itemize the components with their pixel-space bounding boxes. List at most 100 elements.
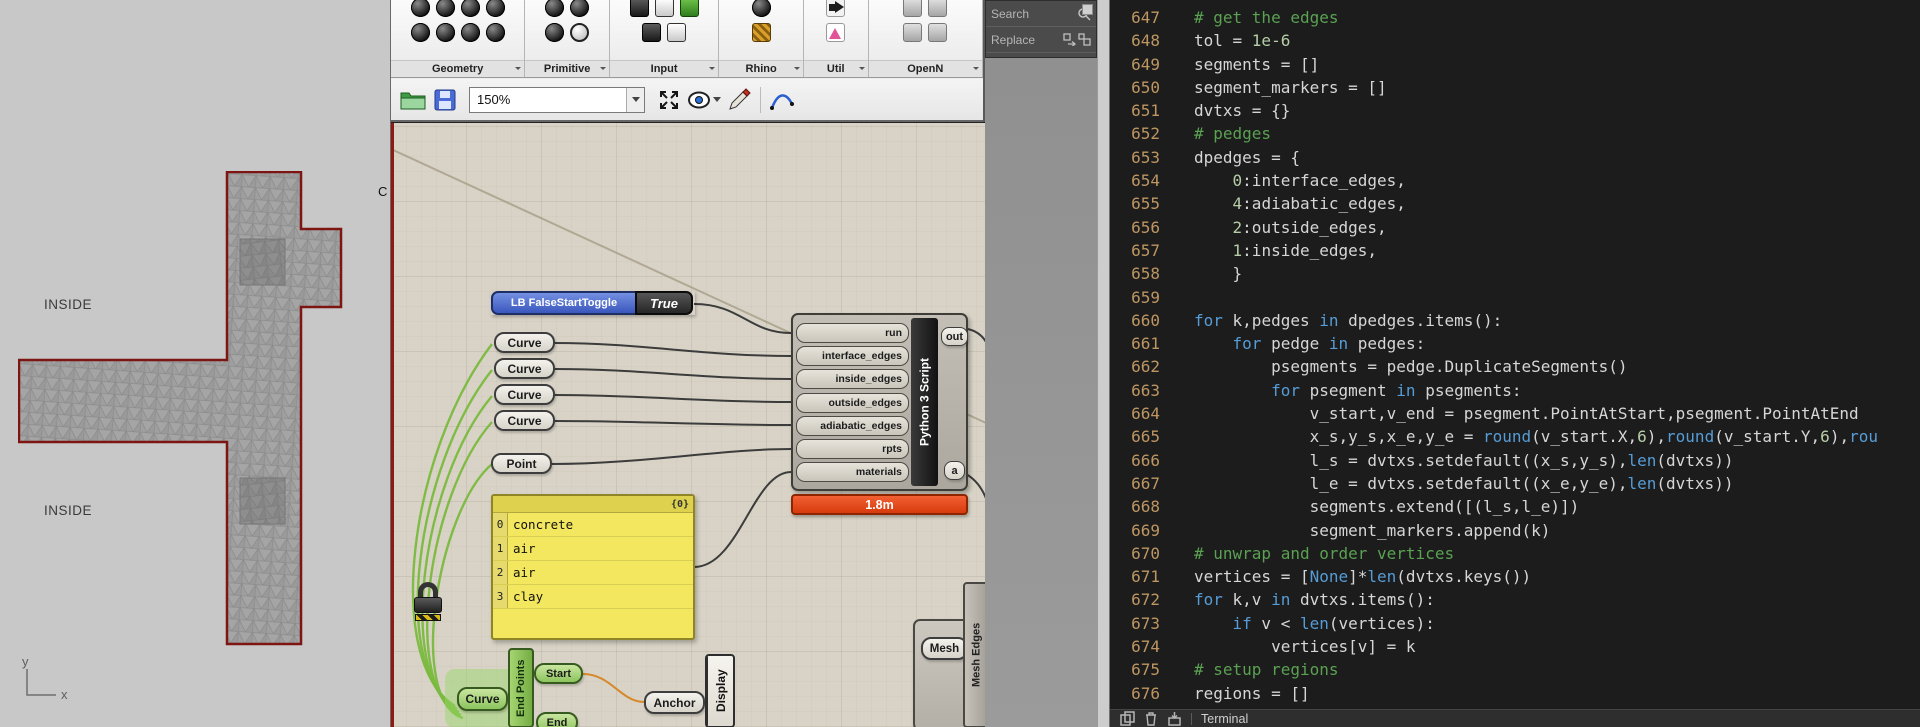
tool-icon[interactable] — [751, 0, 771, 17]
endpoints-output-end[interactable]: End — [536, 712, 578, 727]
tool-icon[interactable] — [826, 23, 846, 42]
code-line-text[interactable]: } — [1160, 262, 1243, 285]
code-line[interactable]: 653 dpedges = { — [1110, 146, 1920, 169]
code-line[interactable]: 652 # pedges — [1110, 122, 1920, 145]
mesh-edges-input-mesh[interactable]: Mesh — [921, 637, 968, 660]
tool-icon[interactable] — [629, 0, 649, 17]
tool-icon[interactable] — [545, 0, 565, 17]
code-line-text[interactable]: # pedges — [1160, 122, 1271, 145]
endpoints-input-curve[interactable]: Curve — [457, 687, 508, 711]
replace-row[interactable] — [986, 27, 1096, 53]
code-line-text[interactable]: segments = [] — [1160, 53, 1319, 76]
python-title-bar[interactable]: Python 3 Script — [911, 318, 938, 486]
tool-icon[interactable] — [460, 0, 480, 17]
code-line-text[interactable]: v_start,v_end = psegment.PointAtStart,ps… — [1160, 402, 1859, 425]
python-input-inside_edges[interactable]: inside_edges — [796, 369, 909, 390]
code-line[interactable]: 663 for psegment in psegments: — [1110, 379, 1920, 402]
code-line[interactable]: 659 — [1110, 286, 1920, 309]
code-line[interactable]: 661 for pedge in pedges: — [1110, 332, 1920, 355]
code-line[interactable]: 672 for k,v in dvtxs.items(): — [1110, 588, 1920, 611]
code-line-text[interactable]: vertices = [None]*len(dvtxs.keys()) — [1160, 565, 1531, 588]
curve-param[interactable]: Curve — [494, 410, 555, 431]
code-line-text[interactable]: l_s = dvtxs.setdefault((x_s,y_s),len(dvt… — [1160, 449, 1734, 472]
gh-canvas[interactable]: LB FalseStartToggle True Curve Curve Curve… — [391, 122, 986, 727]
code-line[interactable]: 664 v_start,v_end = psegment.PointAtStar… — [1110, 402, 1920, 425]
tab-openn[interactable]: OpenN — [868, 0, 983, 77]
preview-button[interactable] — [687, 85, 721, 115]
code-line-text[interactable]: # unwrap and order vertices — [1160, 542, 1454, 565]
curve-param[interactable]: Curve — [494, 332, 555, 353]
python-input-outside_edges[interactable]: outside_edges — [796, 392, 909, 413]
zoom-extents-button[interactable] — [655, 85, 683, 115]
search-input[interactable] — [991, 6, 1077, 21]
tool-icon[interactable] — [485, 0, 505, 17]
code-line[interactable]: 667 l_e = dvtxs.setdefault((x_e,y_e),len… — [1110, 472, 1920, 495]
code-line[interactable]: 660 for k,pedges in dpedges.items(): — [1110, 309, 1920, 332]
tool-icon[interactable] — [570, 23, 590, 42]
code-editor[interactable]: 647 # get the edges 648 tol = 1e-6 649 segmen… — [1110, 0, 1920, 709]
tool-icon[interactable] — [826, 0, 846, 17]
code-line[interactable]: 655 4:adiabatic_edges, — [1110, 192, 1920, 215]
python-input-interface_edges[interactable]: interface_edges — [796, 346, 909, 367]
code-line[interactable]: 650 segment_markers = [] — [1110, 76, 1920, 99]
python-input-run[interactable]: run — [796, 323, 909, 343]
code-line[interactable]: 668 segments.extend([(l_s,l_e)]) — [1110, 495, 1920, 518]
toggle-value[interactable]: True — [635, 291, 693, 315]
code-line[interactable]: 666 l_s = dvtxs.setdefault((x_s,y_s),len… — [1110, 449, 1920, 472]
code-line-text[interactable]: for psegment in psegments: — [1160, 379, 1521, 402]
code-line-text[interactable]: segment_markers = [] — [1160, 76, 1387, 99]
code-line[interactable]: 656 2:outside_edges, — [1110, 216, 1920, 239]
code-line-text[interactable]: # setup regions — [1160, 658, 1339, 681]
python-input-materials[interactable]: materials — [796, 462, 909, 483]
endpoints-output-start[interactable]: Start — [534, 663, 583, 684]
mesh-edges-title-bar[interactable]: Mesh Edges — [963, 582, 986, 727]
tool-icon[interactable] — [679, 0, 699, 17]
tool-icon[interactable] — [570, 0, 590, 17]
code-line[interactable]: 670 # unwrap and order vertices — [1110, 542, 1920, 565]
python-component[interactable]: run interface_edges inside_edges outside_ed… — [791, 313, 968, 491]
code-line-text[interactable]: l_e = dvtxs.setdefault((x_e,y_e),len(dvt… — [1160, 472, 1734, 495]
code-line[interactable]: 651 dvtxs = {} — [1110, 99, 1920, 122]
save-file-button[interactable] — [431, 85, 459, 115]
tool-icon[interactable] — [642, 23, 662, 42]
tool-icon[interactable] — [654, 0, 674, 17]
tool-icon[interactable] — [435, 0, 455, 17]
tool-icon[interactable] — [667, 23, 687, 42]
tab-geometry[interactable]: Geometry — [391, 0, 526, 77]
code-line[interactable]: 665 x_s,y_s,x_e,y_e = round(v_start.X,6)… — [1110, 425, 1920, 448]
code-line-text[interactable]: segments.extend([(l_s,l_e)]) — [1160, 495, 1580, 518]
code-line-text[interactable]: 4:adiabatic_edges, — [1160, 192, 1406, 215]
code-line-text[interactable]: for k,v in dvtxs.items(): — [1160, 588, 1435, 611]
curve-param[interactable]: Curve — [494, 358, 555, 379]
rhino-viewport[interactable]: INSIDE INSIDE y x C — [0, 0, 390, 727]
toggle-label[interactable]: LB FalseStartToggle — [491, 291, 637, 315]
tool-icon[interactable] — [485, 23, 505, 42]
scrollbar[interactable] — [1097, 0, 1110, 727]
toggle-component[interactable]: LB FalseStartToggle True — [491, 291, 695, 315]
search-row[interactable] — [986, 1, 1096, 27]
point-param[interactable]: Point — [491, 453, 552, 474]
python-input-adiabatic_edges[interactable]: adiabatic_edges — [796, 415, 909, 436]
code-line-text[interactable]: # get the edges — [1160, 6, 1339, 29]
curve-param[interactable]: Curve — [494, 384, 555, 405]
code-line[interactable]: 669 segment_markers.append(k) — [1110, 519, 1920, 542]
tab-input[interactable]: Input — [609, 0, 720, 77]
panel-component[interactable]: {0} 0 concrete 1 air 2 air 3 clay — [491, 494, 695, 640]
code-line-text[interactable]: dpedges = { — [1160, 146, 1300, 169]
code-line-text[interactable]: 0:interface_edges, — [1160, 169, 1406, 192]
code-line-text[interactable]: x_s,y_s,x_e,y_e = round(v_start.X,6),rou… — [1160, 425, 1878, 448]
code-line[interactable]: 658 } — [1110, 262, 1920, 285]
endpoints-component[interactable]: End Points — [508, 648, 534, 727]
tool-icon[interactable] — [751, 23, 771, 42]
code-line[interactable]: 647 # get the edges — [1110, 6, 1920, 29]
tool-icon[interactable] — [928, 23, 948, 42]
code-line[interactable]: 674 vertices[v] = k — [1110, 635, 1920, 658]
code-line-text[interactable] — [1160, 286, 1194, 309]
tool-icon[interactable] — [460, 23, 480, 42]
code-line[interactable]: 676 regions = [] — [1110, 682, 1920, 705]
python-output-out[interactable]: out — [941, 327, 968, 346]
python-output-a[interactable]: a — [944, 461, 965, 480]
split-panel-icon[interactable] — [1120, 711, 1135, 726]
code-line[interactable]: 648 tol = 1e-6 — [1110, 29, 1920, 52]
code-line-text[interactable]: vertices[v] = k — [1160, 635, 1416, 658]
